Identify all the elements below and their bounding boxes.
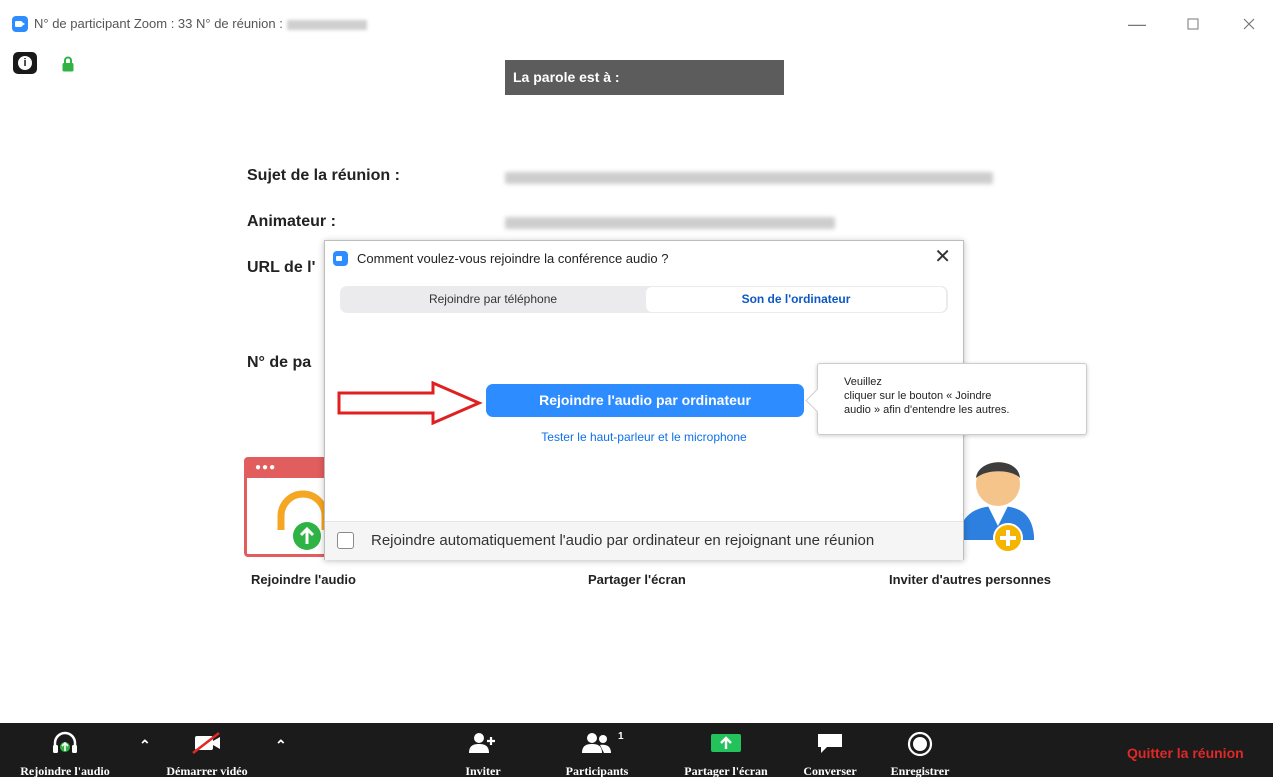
zoom-logo-icon (12, 16, 28, 32)
invite-button[interactable]: Inviter (455, 723, 511, 778)
dialog-footer: Rejoindre automatiquement l'audio par or… (325, 521, 963, 560)
add-user-icon (469, 733, 495, 753)
zoom-logo-icon (333, 251, 348, 266)
window-title: N° de participant Zoom : 33 N° de réunio… (34, 16, 367, 31)
host-name-redacted (505, 217, 835, 229)
dialog-title: Comment voulez-vous rejoindre la confére… (357, 251, 669, 266)
meeting-url-label: URL de l' (247, 259, 316, 276)
tile-window-bar: ●●● (247, 460, 335, 478)
participants-count: 1 (618, 731, 624, 742)
record-icon (907, 731, 933, 757)
share-screen-tile-label[interactable]: Partager l'écran (588, 572, 686, 587)
tab-phone[interactable]: Rejoindre par téléphone (340, 286, 646, 313)
chat-button[interactable]: Converser (792, 723, 868, 778)
meeting-number-label: N° de pa (247, 354, 312, 371)
tooltip-line-3: audio » afin d'entendre les autres. (844, 404, 1010, 416)
chat-bubble-icon (818, 734, 842, 753)
join-audio-tile-label[interactable]: Rejoindre l'audio (251, 572, 356, 587)
auto-join-checkbox[interactable] (337, 532, 354, 549)
record-button[interactable]: Enregistrer (882, 723, 958, 778)
join-audio-tooltip: Veuillez cliquer sur le bouton « Joindre… (805, 363, 1087, 435)
audio-options-chevron-up-icon[interactable]: ⌃ (139, 737, 151, 754)
minimize-icon[interactable]: — (1124, 12, 1150, 36)
close-dialog-icon[interactable]: ✕ (934, 247, 951, 267)
meeting-subject-redacted (505, 172, 993, 184)
window-title-text: N° de participant Zoom : 33 N° de réunio… (34, 16, 283, 31)
video-off-icon (192, 732, 220, 754)
red-arrow-annotation (337, 381, 483, 425)
title-bar: N° de participant Zoom : 33 N° de réunio… (0, 0, 1273, 48)
meeting-toolbar: Rejoindre l'audio ⌃ Démarrer vidéo ⌃ Inv… (0, 723, 1273, 778)
start-video-button[interactable]: Démarrer vidéo (150, 723, 264, 778)
active-speaker-banner: La parole est à : (505, 60, 784, 95)
audio-tabs: Rejoindre par téléphone Son de l'ordinat… (340, 286, 948, 313)
invite-person-icon[interactable] (958, 448, 1038, 568)
invite-tile-label[interactable]: Inviter d'autres personnes (889, 572, 1051, 587)
tooltip-line-2: cliquer sur le bouton « Joindre (844, 390, 992, 402)
participants-icon (582, 733, 611, 753)
join-computer-audio-button[interactable]: Rejoindre l'audio par ordinateur (486, 384, 804, 417)
tab-computer-audio[interactable]: Son de l'ordinateur (646, 287, 946, 312)
leave-meeting-button[interactable]: Quitter la réunion (1127, 745, 1244, 761)
join-audio-button[interactable]: Rejoindre l'audio (0, 723, 130, 778)
meeting-id-redacted (286, 19, 367, 30)
share-screen-icon (711, 734, 741, 752)
tooltip-line-1: Veuillez (844, 376, 882, 388)
auto-join-label[interactable]: Rejoindre automatiquement l'audio par or… (371, 532, 874, 549)
meeting-subject-label: Sujet de la réunion : (247, 167, 400, 184)
close-window-icon[interactable] (1236, 12, 1262, 36)
meeting-info-icon[interactable]: i (13, 52, 37, 74)
maximize-icon[interactable] (1180, 12, 1206, 36)
lock-icon[interactable] (62, 56, 74, 72)
video-options-chevron-up-icon[interactable]: ⌃ (275, 737, 287, 754)
host-label: Animateur : (247, 213, 336, 230)
headphones-icon (53, 731, 77, 753)
share-screen-button[interactable]: Partager l'écran (672, 723, 780, 778)
participants-button[interactable]: 1 Participants (554, 723, 640, 778)
